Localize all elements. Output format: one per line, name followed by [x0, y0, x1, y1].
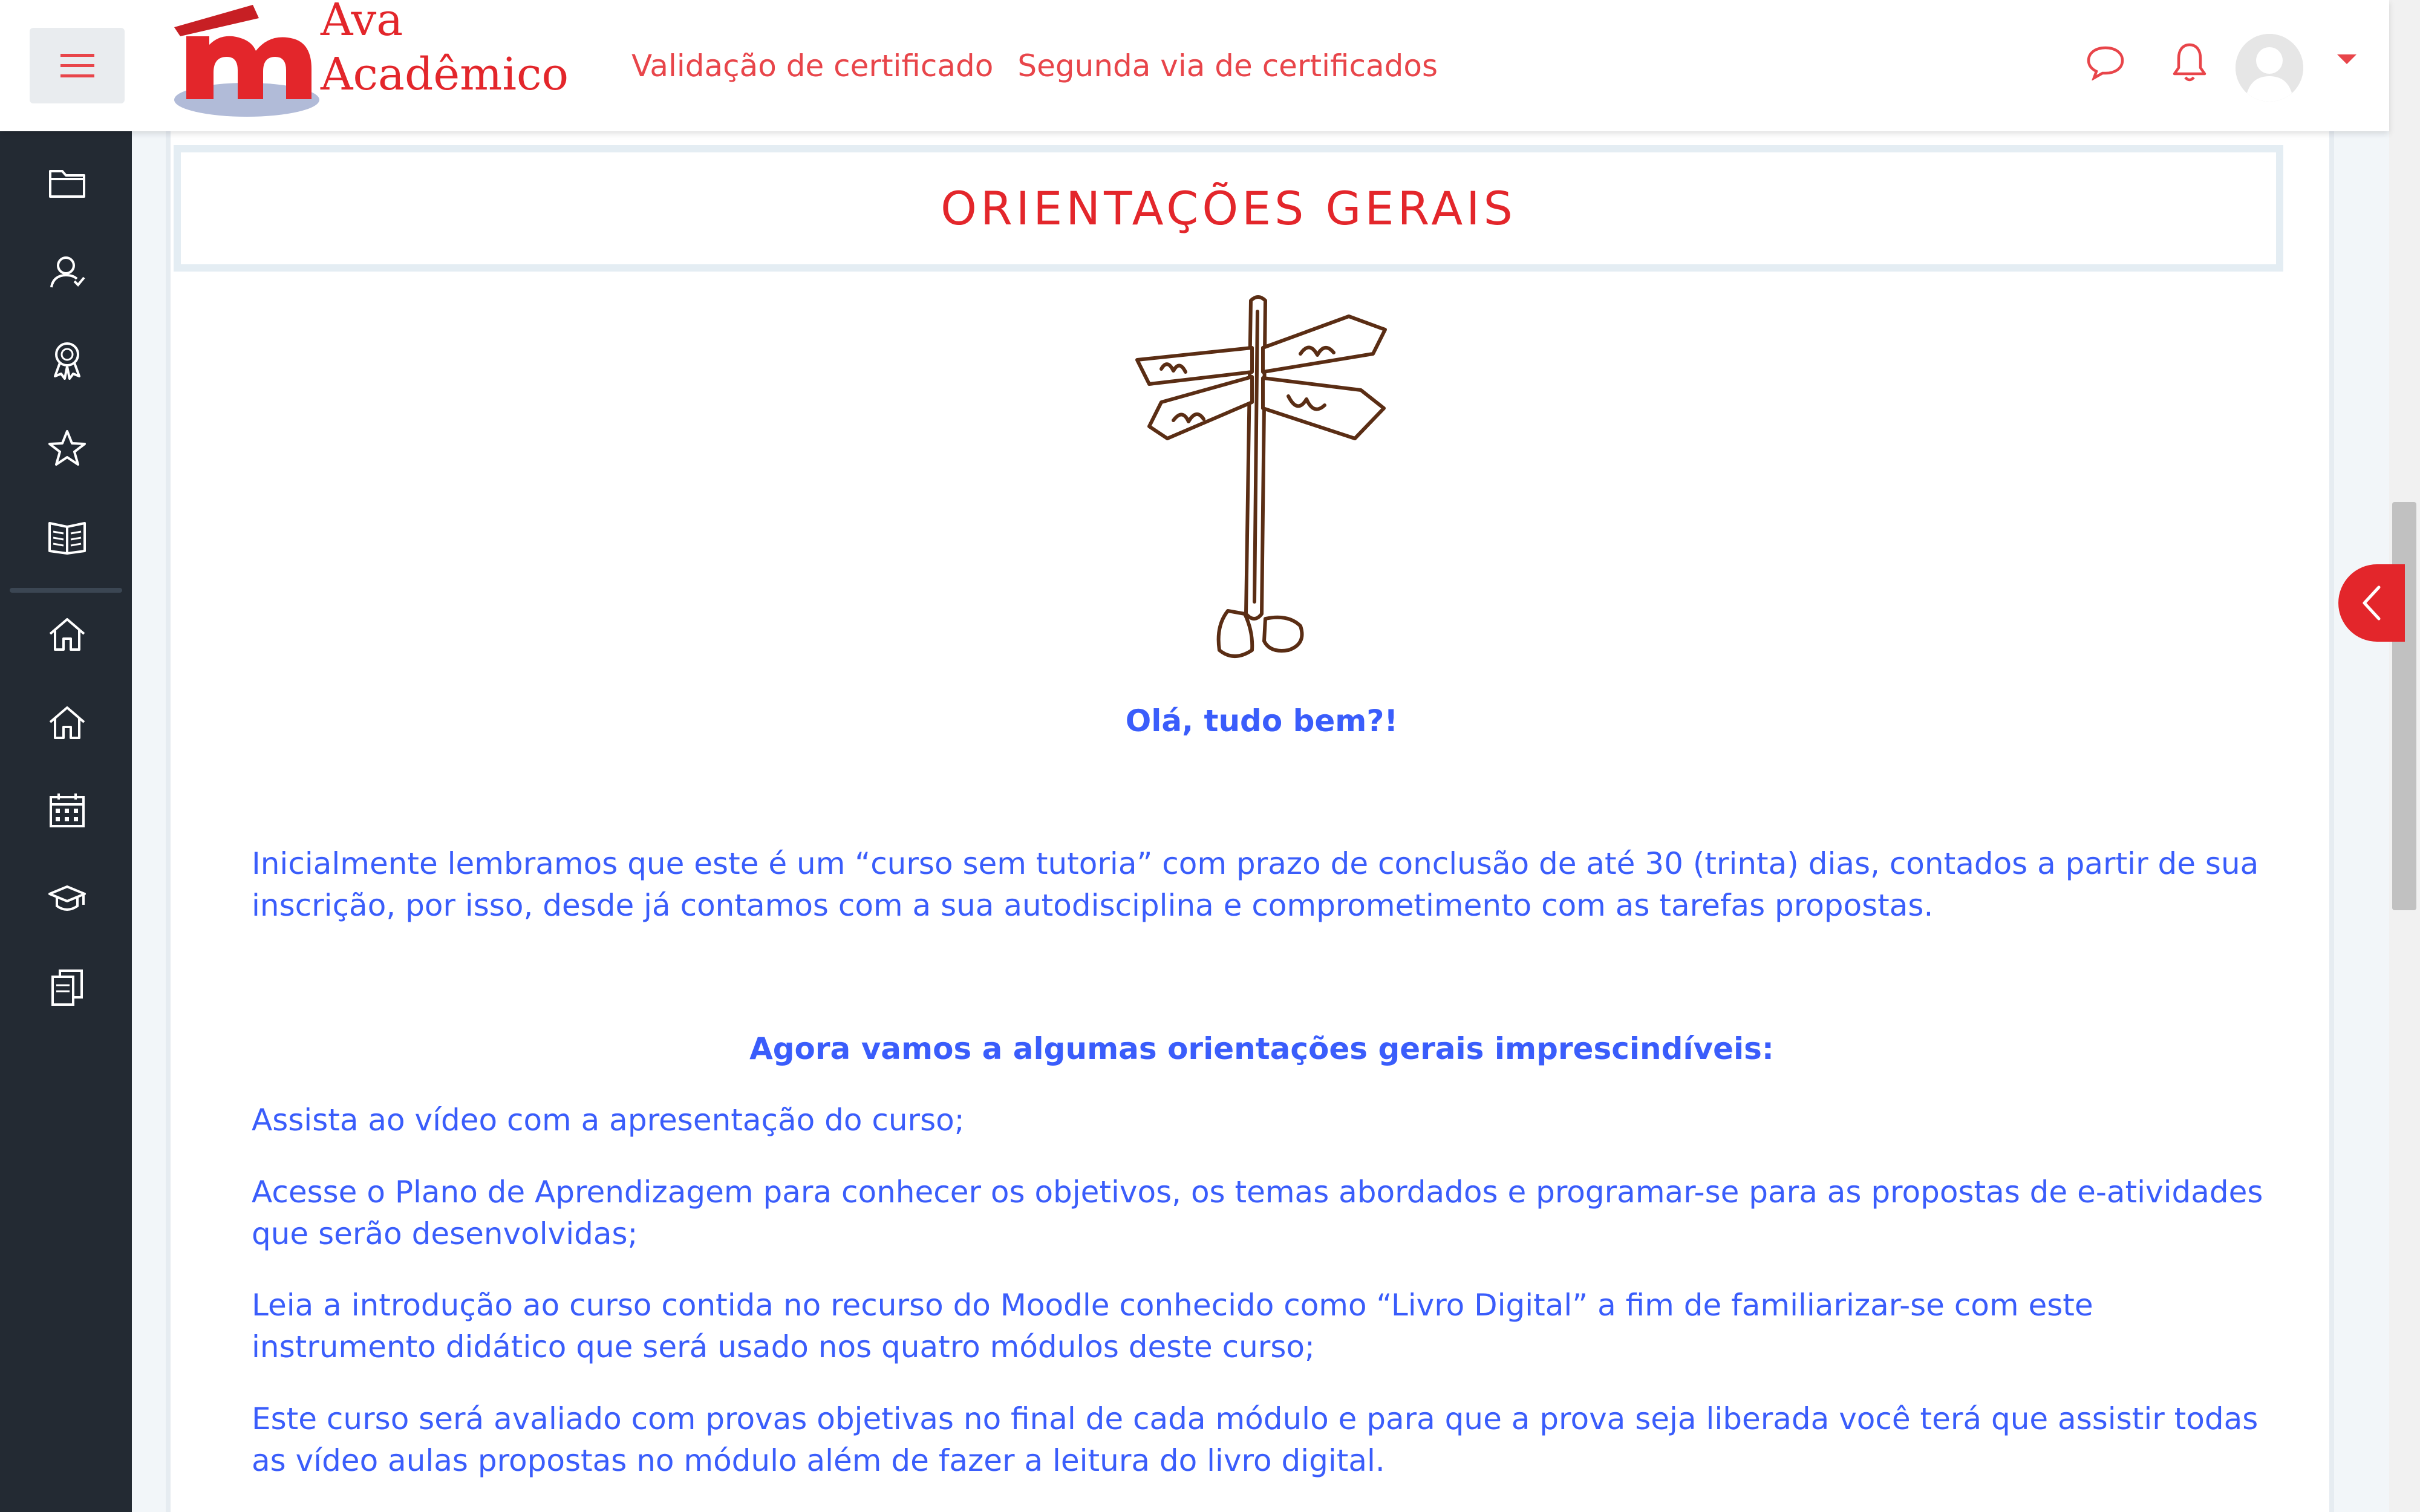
graduation-cap-icon: [48, 885, 86, 911]
intro-paragraph: Inicialmente lembramos que este é um “cu…: [252, 846, 2259, 923]
nav-link-segunda-via[interactable]: Segunda via de certificados: [1017, 47, 1438, 85]
sidebar-divider: [10, 588, 122, 593]
hamburger-icon: [60, 53, 94, 77]
sidebar-item-badges[interactable]: [34, 327, 100, 393]
chevron-left-icon: [2363, 585, 2381, 621]
award-icon: [54, 342, 80, 380]
bell-icon: [2173, 43, 2206, 82]
notifications-button[interactable]: [2162, 35, 2217, 90]
home-icon: [49, 706, 85, 739]
star-icon: [48, 430, 86, 466]
user-avatar[interactable]: [2236, 34, 2303, 102]
user-menu-caret-icon[interactable]: [2337, 54, 2356, 64]
section-title-box: ORIENTAÇÕES GERAIS: [174, 145, 2283, 272]
avatar-silhouette-icon: [2236, 34, 2303, 102]
sidebar-item-courses[interactable]: [34, 150, 100, 217]
book-icon: [48, 522, 86, 555]
logo-text: Ava Acadêmico: [321, 0, 569, 102]
logo-line-1: Ava: [321, 0, 403, 46]
user-badge-icon: [50, 256, 85, 288]
page-title: ORIENTAÇÕES GERAIS: [941, 181, 1516, 235]
nav-link-validacao[interactable]: Validação de certificado: [631, 47, 993, 85]
scrollbar-thumb[interactable]: [2392, 502, 2416, 910]
folder-icon: [49, 170, 85, 198]
site-logo[interactable]: Ava Acadêmico: [168, 0, 573, 121]
sidebar-item-site-home[interactable]: [34, 689, 100, 755]
nav-links: Validação de certificado Segunda via de …: [631, 47, 1438, 85]
signpost-icon: [1135, 295, 1387, 658]
guideline-item-4: Este curso será avaliado com provas obje…: [252, 1401, 2259, 1478]
home-icon: [49, 618, 85, 651]
greeting-text: Olá, tudo bem?!: [1125, 703, 1398, 738]
sidebar-item-files[interactable]: [34, 954, 100, 1020]
menu-toggle-button[interactable]: [30, 28, 125, 103]
files-icon: [51, 969, 83, 1006]
sidebar-item-my-courses[interactable]: [34, 865, 100, 932]
sidebar-item-competencies[interactable]: [34, 415, 100, 481]
sidebar-item-grades[interactable]: [34, 503, 100, 570]
message-bubble-icon: [2087, 46, 2124, 80]
logo-line-2: Acadêmico: [321, 48, 569, 100]
signpost-illustration: [1125, 287, 1391, 674]
guideline-item-1: Assista ao vídeo com a apresentação do c…: [252, 1103, 965, 1138]
sidebar-item-participants[interactable]: [34, 238, 100, 305]
logo-mark-icon: [174, 5, 319, 117]
sidebar-item-calendar[interactable]: [34, 777, 100, 844]
calendar-icon: [50, 793, 85, 827]
guidelines-heading: Agora vamos a algumas orientações gerais…: [749, 1031, 1774, 1066]
left-sidebar: [0, 131, 132, 1512]
top-navbar: Ava Acadêmico Validação de certificado S…: [0, 0, 2389, 131]
messages-button[interactable]: [2078, 35, 2133, 90]
guideline-item-3: Leia a introdução ao curso contida no re…: [252, 1288, 2093, 1364]
guideline-item-2: Acesse o Plano de Aprendizagem para conh…: [252, 1175, 2263, 1251]
drawer-toggle-button[interactable]: [2338, 564, 2405, 642]
sidebar-item-dashboard[interactable]: [34, 601, 100, 667]
